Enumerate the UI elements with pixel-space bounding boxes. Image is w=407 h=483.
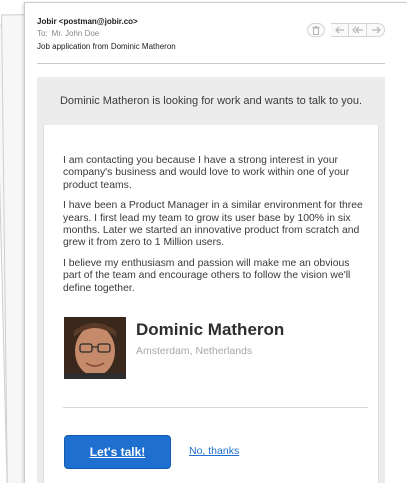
recipient: Mr. John Doe <box>51 29 100 38</box>
message-paragraph: I have been a Product Manager in a simil… <box>63 200 363 249</box>
subject: Job application from Dominic Matheron <box>37 42 176 51</box>
delete-button[interactable] <box>307 23 325 37</box>
tagline: Dominic Matheron is looking for work and… <box>59 95 363 107</box>
reply-button[interactable] <box>331 23 349 37</box>
profile-divider <box>63 407 368 408</box>
reply-icon <box>334 26 344 34</box>
message-toolbar <box>307 23 385 37</box>
header-divider <box>37 63 385 64</box>
message-body: I am contacting you because I have a str… <box>63 155 366 303</box>
recipient-row: To: Mr. John Doe <box>37 29 99 38</box>
avatar-photo <box>64 317 126 379</box>
message-paragraph: I am contacting you because I have a str… <box>63 155 350 191</box>
candidate-location: Amsterdam, Netherlands <box>136 345 253 357</box>
to-label: To: <box>37 29 48 38</box>
forward-button[interactable] <box>367 23 385 37</box>
lets-talk-button[interactable]: Let's talk! <box>64 435 171 469</box>
email-window: Jobir <postman@jobir.co> To: Mr. John Doe… <box>24 2 407 483</box>
candidate-profile: Dominic Matheron Amsterdam, Netherlands <box>64 317 368 379</box>
sender: Jobir <postman@jobir.co> <box>37 17 138 26</box>
forward-icon <box>371 26 381 34</box>
avatar <box>64 317 126 379</box>
candidate-name: Dominic Matheron <box>136 320 285 339</box>
message-paragraph: I believe my enthusiasm and passion will… <box>63 257 351 294</box>
message-band: Dominic Matheron is looking for work and… <box>37 77 385 483</box>
reply-all-button[interactable] <box>349 23 367 37</box>
no-thanks-link[interactable]: No, thanks <box>189 445 239 457</box>
trash-icon <box>312 25 320 35</box>
reply-all-icon <box>351 26 363 34</box>
message-card: I am contacting you because I have a str… <box>43 125 379 483</box>
